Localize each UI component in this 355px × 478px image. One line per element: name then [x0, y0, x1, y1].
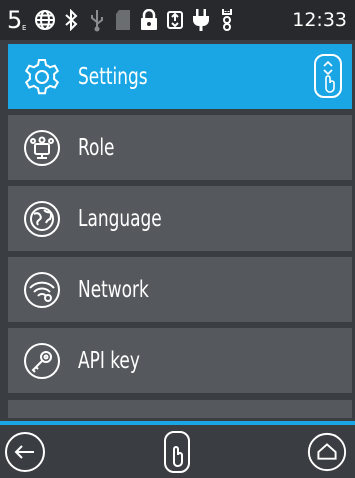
- status-bar: 5E 12:33: [0, 0, 355, 40]
- menu-item-label: Network: [78, 276, 149, 303]
- bluetooth-icon: [58, 5, 84, 35]
- home-button[interactable]: [306, 431, 348, 473]
- menu-item-api-key[interactable]: API key: [8, 328, 352, 399]
- menu-item-label: API key: [78, 347, 140, 374]
- key-icon: [22, 341, 62, 381]
- home-icon: [307, 432, 347, 472]
- usb-icon: [84, 5, 110, 35]
- menu-item-language[interactable]: Language: [8, 186, 352, 257]
- touch-gesture-icon: [164, 431, 190, 473]
- back-arrow-icon: [5, 432, 45, 472]
- menu-item-label: Role: [78, 134, 115, 161]
- menu-item-settings[interactable]: Settings: [8, 44, 352, 115]
- back-button[interactable]: [4, 431, 46, 473]
- signal-level-icon: 5E: [6, 5, 32, 35]
- svg-text:E: E: [22, 24, 26, 32]
- status-time: 12:33: [292, 9, 347, 31]
- lock-icon: [136, 5, 162, 35]
- menu-item-network[interactable]: Network: [8, 257, 352, 328]
- menu-item-next-partial[interactable]: [8, 400, 352, 418]
- network-wifi-icon: [22, 270, 62, 310]
- sync-icon: [162, 5, 188, 35]
- status-icons: 5E: [0, 5, 240, 35]
- plug-icon: [188, 5, 214, 35]
- gear-icon: [22, 57, 62, 97]
- usb-device-icon: [214, 5, 240, 35]
- settings-menu-list: Settings Role Language Network API key: [0, 44, 355, 399]
- menu-item-label: Settings: [78, 63, 148, 90]
- globe-icon: [32, 5, 58, 35]
- sd-card-icon: [110, 5, 136, 35]
- role-icon: [22, 128, 62, 168]
- language-globe-icon: [22, 199, 62, 239]
- svg-text:5: 5: [7, 6, 22, 34]
- touch-mode-button[interactable]: [156, 431, 198, 473]
- bottom-nav-bar: [0, 425, 355, 478]
- touch-scroll-icon: [314, 54, 342, 98]
- menu-item-label: Language: [78, 205, 162, 232]
- menu-item-role[interactable]: Role: [8, 115, 352, 186]
